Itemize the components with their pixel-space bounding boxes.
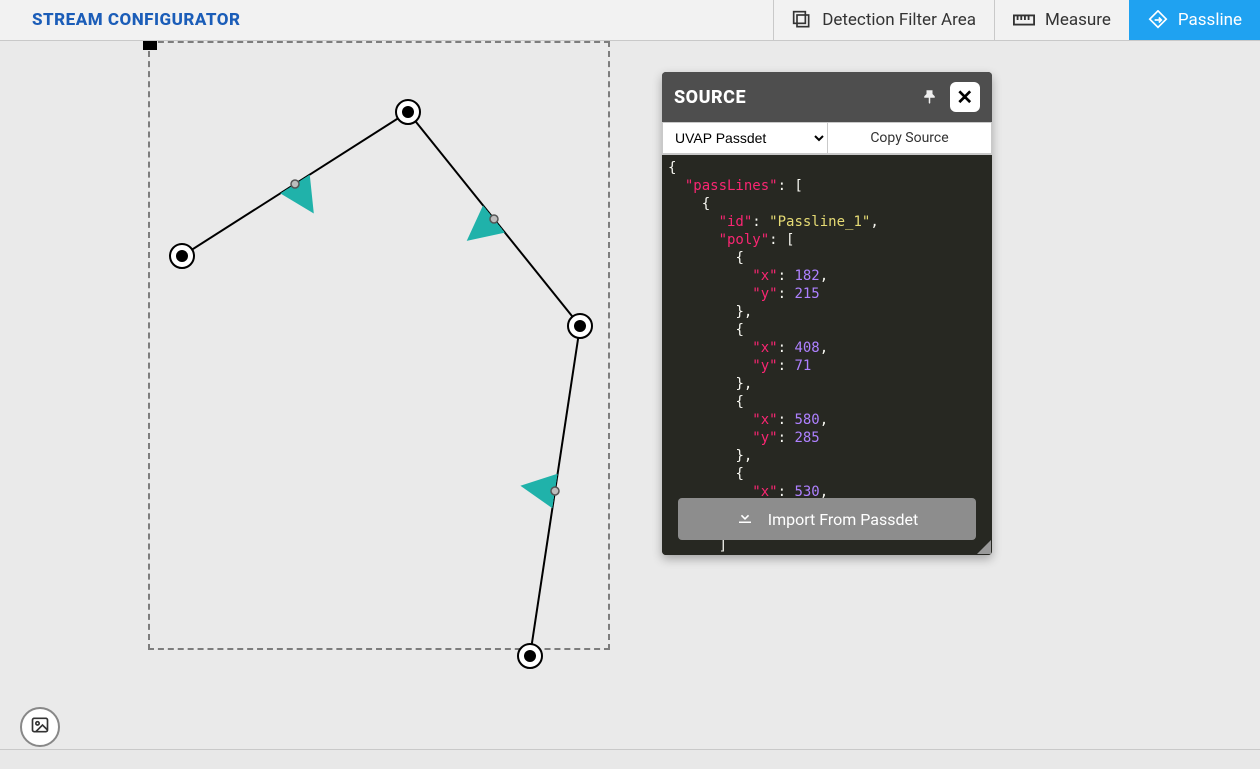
source-code-view[interactable]: { "passLines": [ { "id": "Passline_1", "… (662, 155, 992, 555)
background-image-button[interactable] (20, 707, 60, 747)
passline-button[interactable]: Passline (1129, 0, 1260, 40)
measure-button[interactable]: Measure (994, 0, 1129, 40)
resize-handle[interactable] (977, 540, 991, 554)
measure-label: Measure (1045, 10, 1111, 30)
source-format-select[interactable]: UVAP Passdet (662, 122, 827, 154)
copy-source-button[interactable]: Copy Source (827, 122, 992, 154)
source-panel-title: SOURCE (674, 87, 746, 108)
close-icon[interactable]: ✕ (950, 82, 980, 112)
canvas-area[interactable] (0, 41, 1260, 749)
detection-filter-button[interactable]: Detection Filter Area (773, 0, 994, 40)
image-icon (30, 715, 50, 739)
detection-filter-label: Detection Filter Area (822, 10, 976, 30)
selection-frame (148, 41, 610, 650)
top-toolbar: STREAM CONFIGURATOR Detection Filter Are… (0, 0, 1260, 41)
source-panel-header[interactable]: SOURCE ✕ (662, 72, 992, 122)
ruler-icon (1013, 10, 1035, 30)
passline-icon (1148, 10, 1168, 30)
import-button-label: Import From Passdet (768, 510, 919, 529)
app-title: STREAM CONFIGURATOR (0, 0, 256, 40)
detection-filter-icon (792, 10, 812, 30)
pin-icon[interactable] (922, 88, 940, 106)
download-icon (736, 508, 754, 530)
source-panel[interactable]: SOURCE ✕ UVAP Passdet Copy Source { "pas… (662, 72, 992, 555)
source-panel-toolbar: UVAP Passdet Copy Source (662, 122, 992, 155)
status-bar (0, 749, 1260, 769)
import-button[interactable]: Import From Passdet (678, 498, 976, 540)
passline-label: Passline (1178, 10, 1242, 30)
